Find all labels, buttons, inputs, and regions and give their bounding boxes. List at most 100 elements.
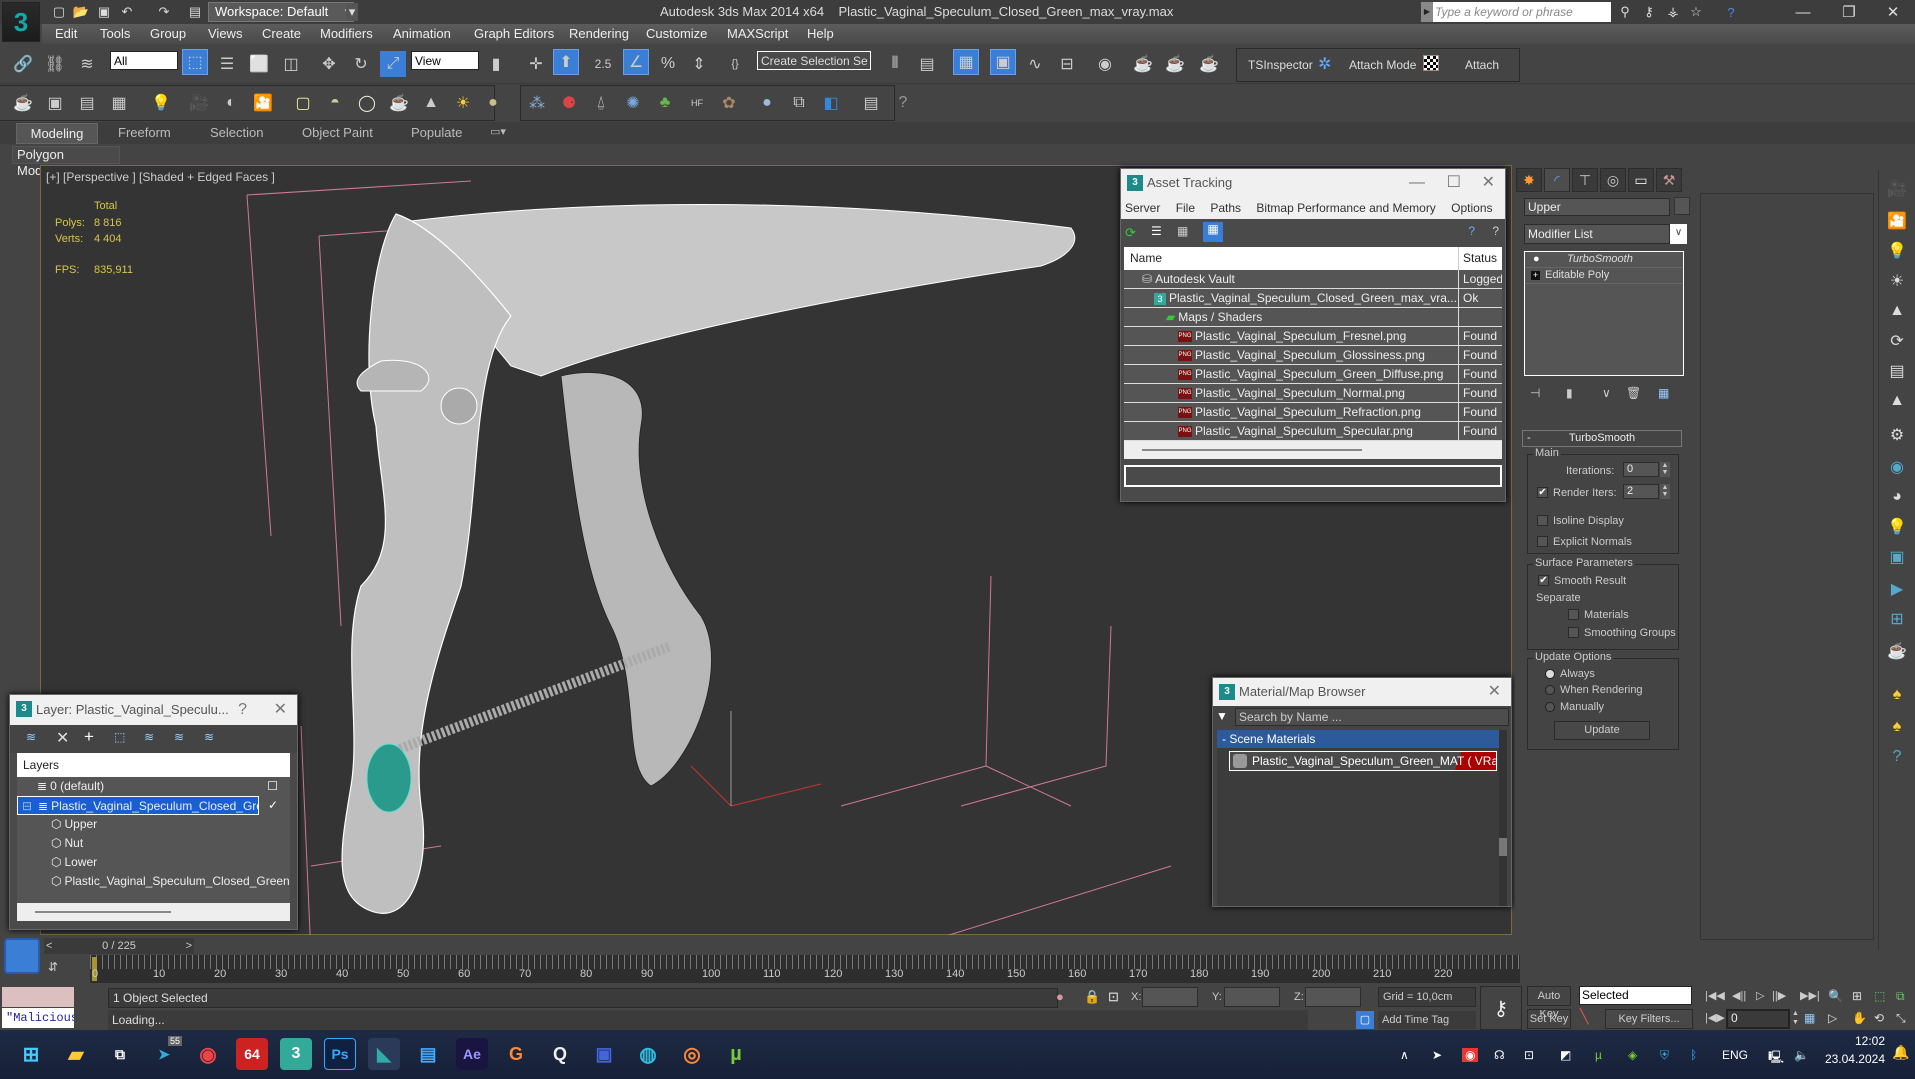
tray-utorrent-icon[interactable]: µ [1595, 1048, 1602, 1062]
layer-row[interactable]: ⬡ Lower [17, 853, 290, 872]
vray-export-icon[interactable]: ▤ [858, 90, 884, 116]
hide-all-layers-icon[interactable]: ≋ [174, 730, 184, 744]
go-to-start-icon[interactable]: |◀◀ [1705, 989, 1725, 1002]
forest-help-icon[interactable]: ? [1884, 746, 1910, 768]
options-menu-icon[interactable]: ▼ [1216, 709, 1228, 723]
vray-gear-icon[interactable]: ⚙ [1884, 424, 1910, 446]
menu-bitmap-performance[interactable]: Bitmap Performance and Memory [1256, 201, 1435, 215]
vray-ies-light-icon[interactable]: ▲ [418, 90, 444, 116]
vray-palette-icon[interactable]: ◕ [1884, 486, 1910, 508]
tray-hotspot-icon[interactable]: ☊ [1494, 1048, 1505, 1062]
close-button[interactable]: ✕ [1482, 169, 1495, 197]
search-by-name-input[interactable]: Search by Name ... [1235, 708, 1509, 726]
vray-grass-icon[interactable]: ♣ [652, 90, 678, 116]
lightbulb-icon[interactable]: ● [1533, 252, 1540, 267]
tsinspector-button[interactable]: TSInspector [1248, 58, 1313, 72]
physical-camera-icon[interactable]: ◐ [218, 90, 244, 116]
asset-row[interactable]: PNG Plastic_Vaginal_Speculum_Normal.png Fo… [1124, 384, 1502, 403]
rendered-frame-window-icon[interactable]: ☕ [1162, 51, 1188, 77]
current-layer-checkbox[interactable]: ☐ [267, 779, 278, 793]
collapse-icon[interactable]: ⊟ [22, 797, 32, 814]
tray-network-icon[interactable]: 🖳 [1768, 1048, 1784, 1069]
tray-language[interactable]: ENG [1722, 1048, 1748, 1062]
set-key-mode-icon[interactable]: ⚷ [1480, 986, 1522, 1030]
zoom-icon[interactable]: 🔍 [1828, 989, 1843, 1003]
material-browser-titlebar[interactable]: 3 Material/Map Browser ✕ [1213, 678, 1511, 706]
percent-snap-icon[interactable]: % [655, 51, 681, 77]
edge-icon[interactable]: ◍ [632, 1038, 664, 1070]
scene-materials-group[interactable]: - Scene Materials [1217, 730, 1507, 748]
vray-camera-icon[interactable]: 🎥 [1884, 178, 1910, 200]
vray-light-icon[interactable]: 💡 [1884, 240, 1910, 262]
3ds-max-2014-icon[interactable]: ◣ [368, 1038, 400, 1070]
menu-paths[interactable]: Paths [1210, 201, 1241, 215]
vray-region-render-icon[interactable]: ⊞ [1884, 608, 1910, 630]
3ds-max-icon[interactable]: 3 [280, 1038, 312, 1070]
scene-explorer-icon[interactable]: ▣ [990, 49, 1016, 75]
next-frame-icon[interactable]: ||▶ [1772, 989, 1786, 1002]
minimize-button[interactable]: — [1409, 169, 1425, 197]
remove-modifier-icon[interactable]: 🗑 [1626, 386, 1641, 400]
zoom-extents-all-icon[interactable]: ⧉ [1896, 989, 1905, 1004]
curve-editor-icon[interactable]: ∿ [1022, 51, 1048, 77]
turbosmooth-rollout-header[interactable]: - TurboSmooth [1522, 430, 1682, 447]
active-layer-checkmark[interactable]: ✓ [268, 798, 278, 812]
restore-button[interactable]: ❐ [1826, 0, 1872, 24]
rectangular-selection-icon[interactable]: ⬜ [246, 51, 272, 77]
maxscript-listener-pink[interactable] [2, 987, 74, 1007]
utorrent-icon[interactable]: µ [720, 1038, 752, 1070]
vray-bulb-icon[interactable]: 💡 [1884, 516, 1910, 538]
material-editor-icon[interactable]: ◉ [1092, 51, 1118, 77]
toggle-curve-editor-icon[interactable]: ⇵ [48, 960, 58, 974]
asset-row[interactable]: ⛁ Autodesk Vault Logged [1124, 270, 1502, 289]
tray-date[interactable]: 23.04.2024 [1820, 1052, 1885, 1066]
hierarchy-tab-icon[interactable]: ⊤ [1572, 168, 1598, 192]
start-button[interactable]: ⊞ [15, 1038, 47, 1070]
aida64-icon[interactable]: 64 [236, 1038, 268, 1070]
isoline-display-checkbox[interactable] [1537, 515, 1548, 526]
add-time-tag-button[interactable]: Add Time Tag [1378, 1011, 1476, 1029]
asset-row[interactable]: ▰ Maps / Shaders [1124, 308, 1502, 327]
z-coordinate-input[interactable] [1305, 987, 1361, 1007]
detail-view-icon[interactable]: ▦ [1177, 224, 1188, 238]
edit-named-selection-icon[interactable]: {} [722, 51, 748, 77]
menu-views[interactable]: Views [208, 26, 242, 41]
vray-plane-icon[interactable]: ⍙ [588, 90, 614, 116]
search-expand-icon[interactable]: ▶ [1421, 2, 1433, 22]
vray-frame-buffer-icon[interactable]: ▣ [1884, 546, 1910, 568]
always-radio[interactable] [1545, 669, 1555, 679]
set-key-pen-icon[interactable]: ╲ [1580, 1008, 1588, 1025]
tray-bluetooth-icon[interactable]: ᛒ [1690, 1048, 1697, 1062]
asset-row[interactable]: PNG Plastic_Vaginal_Speculum_Fresnel.png F… [1124, 327, 1502, 346]
workspace-dropdown[interactable]: Workspace: Default [208, 2, 354, 22]
tray-volume-icon[interactable]: 🔈 [1794, 1048, 1809, 1062]
asset-row[interactable]: PNG Plastic_Vaginal_Speculum_Refraction.p… [1124, 403, 1502, 422]
vray-sphere-icon[interactable]: ✺ [620, 90, 646, 116]
vray-refresh-icon[interactable]: ⟳ [1884, 330, 1910, 352]
tray-telegram-icon[interactable]: ➤ [1432, 1048, 1442, 1062]
create-layer-icon[interactable]: ≋ [26, 730, 36, 744]
motion-tab-icon[interactable]: ◎ [1600, 168, 1626, 192]
menu-file[interactable]: File [1176, 201, 1195, 215]
modifier-list-dropdown[interactable]: Modifier List [1524, 224, 1670, 244]
mirror-icon[interactable]: ⫴ [882, 51, 908, 77]
x-coordinate-input[interactable] [1142, 987, 1198, 1007]
select-manipulate-icon[interactable]: ✛ [523, 51, 549, 77]
layer-row[interactable]: ⬡ Nut [17, 834, 290, 853]
tray-vpn-icon[interactable]: ⊡ [1524, 1048, 1534, 1062]
binoculars-icon[interactable]: ⚲ [1616, 3, 1634, 21]
align-icon[interactable]: ▤ [914, 51, 940, 77]
menu-group[interactable]: Group [150, 26, 186, 41]
select-by-name-icon[interactable]: ☰ [214, 51, 240, 77]
asset-path-field[interactable] [1124, 465, 1502, 487]
close-button[interactable]: ✕ [274, 695, 287, 725]
forest-icon[interactable]: ♠ [1884, 684, 1910, 706]
vray-fur-icon[interactable]: ⚈ [556, 90, 582, 116]
tray-recorder-icon[interactable]: ◉ [1462, 1048, 1479, 1062]
maximize-viewport-icon[interactable]: ⤡ [1896, 1011, 1906, 1026]
customize-quick-access-icon[interactable]: ▾ [346, 3, 358, 21]
expand-icon[interactable]: + [1531, 271, 1540, 280]
move-icon[interactable]: ✥ [316, 51, 342, 77]
vault-logout-icon[interactable]: ? [1492, 224, 1499, 238]
close-button[interactable]: ✕ [1488, 678, 1501, 706]
